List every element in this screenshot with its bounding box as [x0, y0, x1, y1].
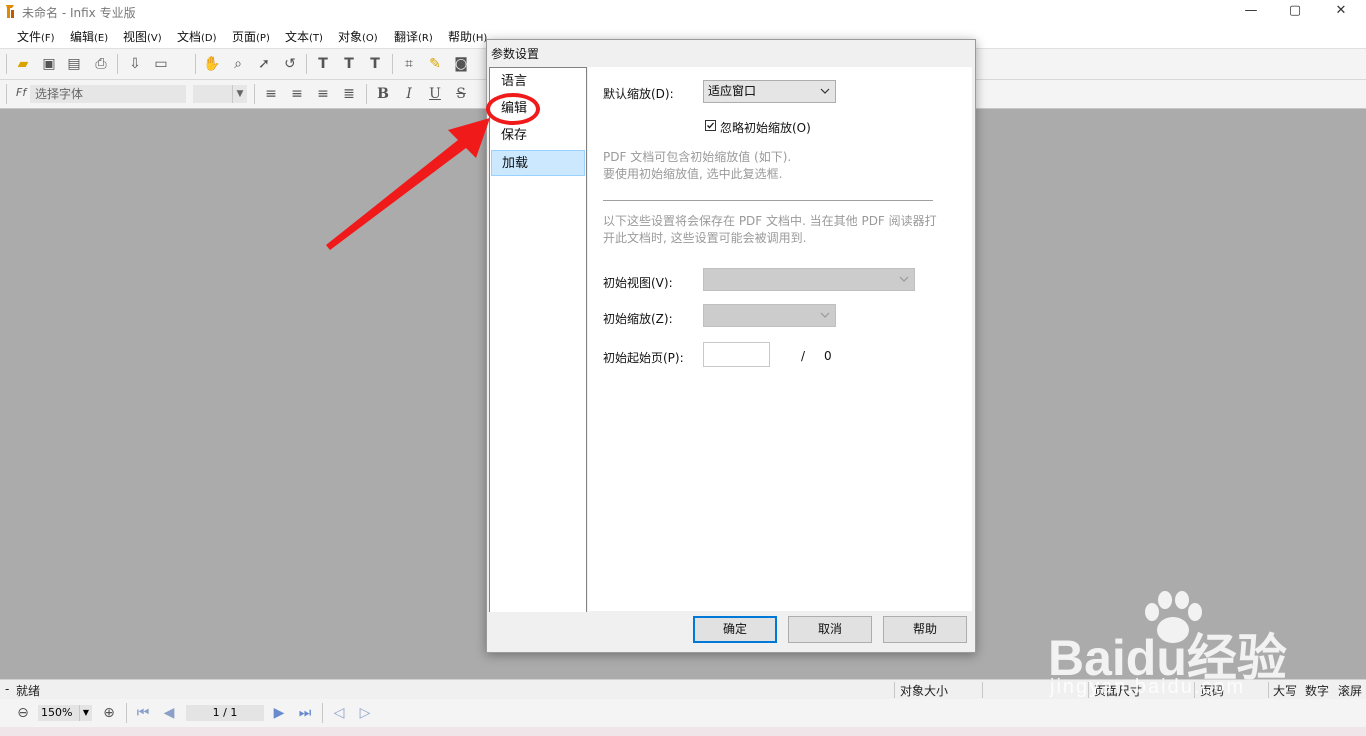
- initial-view-select[interactable]: [703, 268, 915, 291]
- status-ready: 就绪: [16, 684, 41, 698]
- chevron-down-icon: [820, 312, 830, 318]
- toolbar-separator: [392, 54, 393, 74]
- menu-object[interactable]: 对象(O): [338, 28, 378, 45]
- menu-edit[interactable]: 编辑(E): [70, 28, 108, 45]
- toolbar-grip: [6, 54, 7, 74]
- text-tool-icon[interactable]: T: [314, 55, 332, 73]
- zoom-note-line1: PDF 文档可包含初始缩放值 (如下).: [603, 150, 792, 164]
- zoom-note-line2: 要使用初始缩放值, 选中此复选框.: [603, 167, 783, 181]
- category-language[interactable]: 语言: [491, 69, 585, 95]
- watermark-url: jingyan.baidu.com: [1050, 676, 1246, 698]
- font-size-select[interactable]: ▼: [193, 85, 247, 103]
- menu-document[interactable]: 文档(D): [177, 28, 217, 45]
- infix-app-icon: [4, 4, 16, 19]
- initial-page-label: 初始起始页(P):: [603, 351, 684, 365]
- close-button[interactable]: ✕: [1318, 0, 1364, 24]
- chevron-down-icon: ▼: [79, 705, 92, 721]
- preferences-dialog: 参数设置 语言 编辑 保存 加载 默认缩放(D): 适应窗口 忽略初始缩放(O)…: [486, 39, 976, 653]
- menu-text[interactable]: 文本(T): [285, 28, 323, 45]
- zoom-in-icon[interactable]: ⊕: [100, 704, 118, 722]
- dialog-button-bar: 确定 取消 帮助: [487, 612, 975, 652]
- page-layout-icon[interactable]: ▭: [152, 55, 170, 73]
- save-icon[interactable]: ▣: [40, 55, 58, 73]
- help-button[interactable]: 帮助: [883, 616, 967, 643]
- text-frame-icon[interactable]: T: [340, 55, 358, 73]
- minimize-button[interactable]: —: [1228, 0, 1274, 24]
- chevron-down-icon: ▼: [232, 85, 247, 103]
- font-icon: Ff: [16, 86, 27, 99]
- previous-page-icon[interactable]: ◀: [160, 704, 178, 722]
- status-object-size: 对象大小: [900, 684, 949, 698]
- pdf-settings-note-line2: 开此文档时, 这些设置可能会被调用到.: [603, 231, 807, 245]
- page-number-field[interactable]: 1 / 1: [186, 705, 264, 721]
- align-left-icon[interactable]: ≡: [262, 85, 280, 103]
- initial-zoom-label: 初始缩放(Z):: [603, 312, 673, 326]
- menu-help[interactable]: 帮助(H): [448, 28, 487, 45]
- status-separator: [894, 682, 895, 698]
- chevron-down-icon: [899, 276, 909, 282]
- dialog-title: 参数设置: [491, 47, 540, 61]
- back-icon[interactable]: ◁: [330, 704, 348, 722]
- cancel-button[interactable]: 取消: [788, 616, 872, 643]
- toolbar-separator: [322, 703, 323, 723]
- page-total: 0: [824, 349, 832, 363]
- toolbar-separator: [306, 54, 307, 74]
- red-arrow-annotation: [326, 118, 490, 250]
- rotate-icon[interactable]: ↺: [281, 55, 299, 73]
- first-page-icon[interactable]: ⏮: [134, 704, 152, 722]
- ignore-initial-zoom-label[interactable]: 忽略初始缩放(O): [720, 119, 811, 136]
- open-folder-icon[interactable]: ▰: [14, 55, 32, 73]
- next-page-icon[interactable]: ▶: [270, 704, 288, 722]
- ignore-initial-zoom-checkbox[interactable]: [705, 120, 716, 131]
- checkmark-icon: [707, 122, 714, 129]
- category-list: 语言 编辑 保存 加载: [489, 67, 587, 613]
- ok-button[interactable]: 确定: [693, 616, 777, 643]
- baidu-watermark: Baidu经验 jingyan.baidu.com: [1040, 590, 1360, 710]
- menu-translate[interactable]: 翻译(R): [394, 28, 433, 45]
- pdf-settings-note-line1: 以下这些设置将会保存在 PDF 文档中. 当在其他 PDF 阅读器打: [603, 214, 937, 228]
- default-zoom-select[interactable]: 适应窗口: [703, 80, 836, 103]
- window-title: 未命名 - Infix 专业版: [22, 6, 136, 20]
- red-circle-annotation: [486, 93, 540, 125]
- initial-zoom-select[interactable]: [703, 304, 836, 327]
- align-center-icon[interactable]: ≡: [288, 85, 306, 103]
- initial-page-input[interactable]: [703, 342, 770, 367]
- print-icon[interactable]: ⎙: [92, 55, 110, 73]
- chevron-down-icon: [820, 88, 830, 94]
- camera-icon[interactable]: ◙: [452, 55, 470, 73]
- forward-icon[interactable]: ▷: [356, 704, 374, 722]
- title-bar: 未命名 - Infix 专业版 — ▢ ✕: [0, 0, 1366, 24]
- toolbar-separator: [195, 54, 196, 74]
- menu-page[interactable]: 页面(P): [232, 28, 270, 45]
- settings-panel: 默认缩放(D): 适应窗口 忽略初始缩放(O) PDF 文档可包含初始缩放值 (…: [588, 67, 972, 611]
- toolbar-separator: [126, 703, 127, 723]
- status-separator: [982, 682, 983, 698]
- status-dash: -: [5, 682, 10, 696]
- menu-file[interactable]: 文件(F): [17, 28, 55, 45]
- text-format-icon[interactable]: T: [366, 55, 384, 73]
- category-save[interactable]: 保存: [491, 123, 585, 149]
- page-separator: /: [801, 349, 806, 363]
- toolbar-grip: [6, 84, 7, 104]
- save-as-icon[interactable]: ▤: [65, 55, 83, 73]
- default-zoom-label: 默认缩放(D):: [603, 87, 674, 101]
- zoom-tool-icon[interactable]: ⌕: [229, 55, 247, 73]
- toolbar-separator: [254, 84, 255, 104]
- initial-view-label: 初始视图(V):: [603, 276, 673, 290]
- restore-button[interactable]: ▢: [1272, 0, 1318, 24]
- divider: [603, 200, 933, 201]
- toolbar-separator: [117, 54, 118, 74]
- zoom-select[interactable]: 150% ▼: [38, 705, 92, 721]
- font-family-select[interactable]: 选择字体: [30, 85, 186, 103]
- menu-view[interactable]: 视图(V): [123, 28, 162, 45]
- select-arrow-icon[interactable]: ➚: [255, 55, 273, 73]
- hand-tool-icon[interactable]: ✋: [203, 55, 221, 73]
- last-page-icon[interactable]: ⏭: [296, 704, 314, 722]
- taskbar-strip: [0, 727, 1366, 736]
- crop-icon[interactable]: ⌗: [400, 55, 418, 73]
- zoom-out-icon[interactable]: ⊖: [14, 704, 32, 722]
- attach-icon[interactable]: ✎: [426, 55, 444, 73]
- export-page-icon[interactable]: ⇩: [126, 55, 144, 73]
- category-load[interactable]: 加载: [491, 150, 585, 176]
